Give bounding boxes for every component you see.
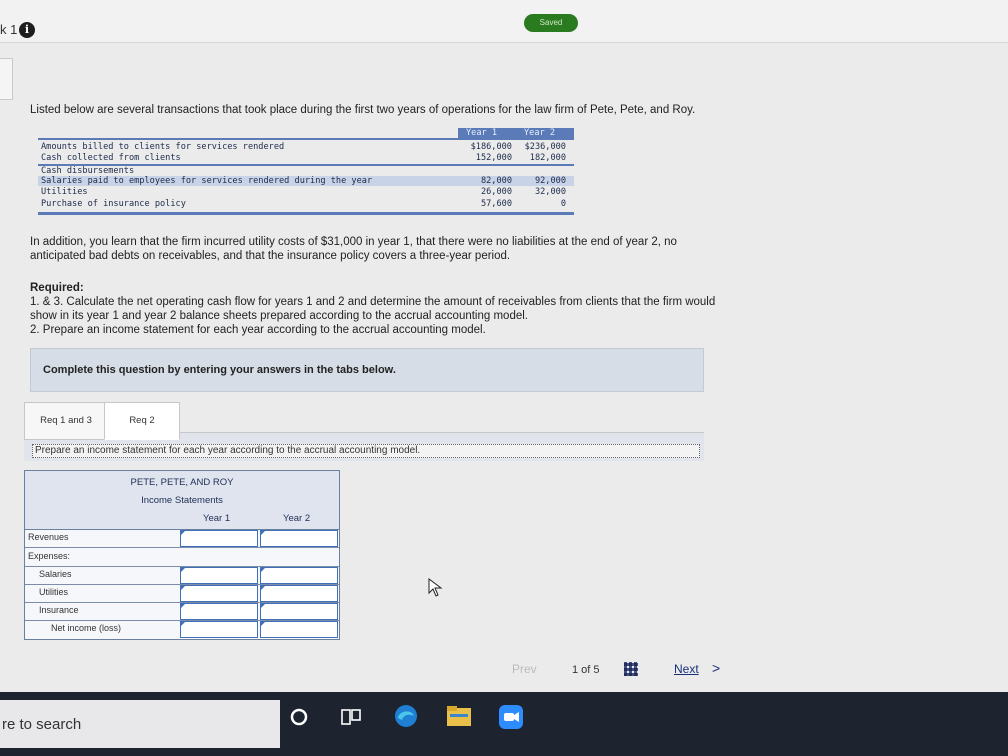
chevron-right-icon[interactable]: > bbox=[712, 660, 720, 676]
transaction-year2: 0 bbox=[560, 199, 566, 209]
grid-icon[interactable] bbox=[624, 662, 638, 676]
income-row-revenues: Revenues bbox=[25, 529, 339, 548]
transaction-row: Amounts billed to clients for services r… bbox=[38, 142, 574, 152]
task-view-icon[interactable] bbox=[340, 706, 362, 728]
year1-column-header: Year 1 bbox=[203, 513, 231, 524]
transaction-row: Purchase of insurance policy 57,600 0 bbox=[38, 199, 574, 209]
table-bottom-rule bbox=[38, 212, 574, 215]
transaction-year1: 26,000 bbox=[480, 187, 512, 197]
row-label: Net income (loss) bbox=[51, 623, 122, 633]
row-label: Expenses: bbox=[28, 551, 71, 561]
income-row-net-income: Net income (loss) bbox=[25, 620, 339, 638]
row-label: Utilities bbox=[39, 587, 69, 597]
transaction-label: Cash collected from clients bbox=[41, 153, 181, 163]
top-bar: k 1 i Saved bbox=[0, 0, 1008, 43]
transaction-year1: 57,600 bbox=[480, 199, 512, 209]
transaction-row: Utilities 26,000 32,000 bbox=[38, 187, 574, 197]
revenues-year1-input[interactable] bbox=[180, 530, 258, 547]
transaction-year2: 182,000 bbox=[529, 153, 566, 163]
net-income-year1-input[interactable] bbox=[180, 621, 258, 638]
cortana-icon[interactable] bbox=[288, 706, 310, 728]
company-name: PETE, PETE, AND ROY bbox=[130, 477, 234, 488]
left-frame-edge bbox=[0, 58, 13, 100]
year1-header: Year 1 bbox=[466, 128, 498, 138]
transaction-year1: $186,000 bbox=[470, 142, 512, 152]
year2-header: Year 2 bbox=[524, 128, 556, 138]
tab-req-1-and-3[interactable]: Req 1 and 3 bbox=[24, 402, 108, 440]
income-row-utilities: Utilities bbox=[25, 584, 339, 603]
transaction-row: Cash disbursements bbox=[38, 166, 574, 176]
info-icon[interactable]: i bbox=[19, 22, 35, 38]
salaries-year1-input[interactable] bbox=[180, 567, 258, 584]
salaries-year2-input[interactable] bbox=[260, 567, 338, 584]
transaction-row: Cash collected from clients 152,000 182,… bbox=[38, 153, 574, 163]
transaction-label: Cash disbursements bbox=[41, 166, 135, 176]
question-label: k 1 bbox=[0, 22, 18, 37]
saved-badge: Saved bbox=[524, 14, 578, 32]
tab-instruction: Prepare an income statement for each yea… bbox=[32, 444, 700, 458]
transaction-year1: 152,000 bbox=[475, 153, 512, 163]
transaction-year2: 32,000 bbox=[534, 187, 566, 197]
addition-line-1: In addition, you learn that the firm inc… bbox=[30, 236, 677, 248]
required-line-2: show in its year 1 and year 2 balance sh… bbox=[30, 310, 528, 322]
complete-instructions-box: Complete this question by entering your … bbox=[30, 348, 704, 392]
required-title: Required: bbox=[30, 282, 84, 294]
row-label: Revenues bbox=[28, 532, 69, 542]
transaction-year1: 82,000 bbox=[480, 176, 512, 186]
next-button[interactable]: Next bbox=[674, 662, 699, 676]
transaction-year2: $236,000 bbox=[524, 142, 566, 152]
addition-line-2: anticipated bad debts on receivables, an… bbox=[30, 250, 511, 262]
transactions-header: Year 1 Year 2 bbox=[458, 128, 574, 138]
income-row-expenses: Expenses: bbox=[25, 548, 339, 567]
tab-req-2[interactable]: Req 2 bbox=[104, 402, 180, 440]
insurance-year1-input[interactable] bbox=[180, 603, 258, 620]
prev-button[interactable]: Prev bbox=[512, 662, 537, 676]
addition-paragraph: In addition, you learn that the firm inc… bbox=[30, 235, 790, 263]
row-label: Salaries bbox=[39, 569, 72, 579]
required-line-3: 2. Prepare an income statement for each … bbox=[30, 324, 486, 336]
row-label: Insurance bbox=[39, 605, 79, 615]
page-indicator: 1 of 5 bbox=[572, 664, 600, 676]
transaction-label: Salaries paid to employees for services … bbox=[41, 176, 373, 186]
income-row-salaries: Salaries bbox=[25, 566, 339, 585]
complete-instructions-text: Complete this question by entering your … bbox=[43, 364, 396, 376]
intro-text: Listed below are several transactions th… bbox=[30, 104, 696, 116]
required-section: Required: 1. & 3. Calculate the net oper… bbox=[30, 281, 790, 337]
mouse-cursor-icon bbox=[428, 578, 443, 597]
zoom-icon[interactable] bbox=[498, 704, 524, 730]
edge-browser-icon[interactable] bbox=[392, 702, 420, 730]
taskbar-search-text: re to search bbox=[2, 716, 82, 733]
transaction-label: Amounts billed to clients for services r… bbox=[41, 142, 285, 152]
table-divider bbox=[38, 138, 574, 140]
transaction-label: Utilities bbox=[41, 187, 88, 197]
year2-column-header: Year 2 bbox=[283, 513, 311, 524]
required-line-1: 1. & 3. Calculate the net operating cash… bbox=[30, 296, 716, 308]
statement-title: Income Statements bbox=[141, 495, 223, 506]
file-explorer-icon[interactable] bbox=[446, 704, 472, 728]
income-row-insurance: Insurance bbox=[25, 602, 339, 621]
taskbar-search-box[interactable]: re to search bbox=[0, 700, 280, 748]
income-statement-table: PETE, PETE, AND ROY Income Statements Ye… bbox=[24, 470, 340, 640]
insurance-year2-input[interactable] bbox=[260, 603, 338, 620]
transaction-year2: 92,000 bbox=[534, 176, 566, 186]
transaction-row: Salaries paid to employees for services … bbox=[38, 176, 574, 186]
income-statement-header: PETE, PETE, AND ROY Income Statements Ye… bbox=[25, 471, 339, 530]
utilities-year2-input[interactable] bbox=[260, 585, 338, 602]
utilities-year1-input[interactable] bbox=[180, 585, 258, 602]
revenues-year2-input[interactable] bbox=[260, 530, 338, 547]
transaction-label: Purchase of insurance policy bbox=[41, 199, 186, 209]
net-income-year2-input[interactable] bbox=[260, 621, 338, 638]
table-divider bbox=[38, 164, 574, 166]
